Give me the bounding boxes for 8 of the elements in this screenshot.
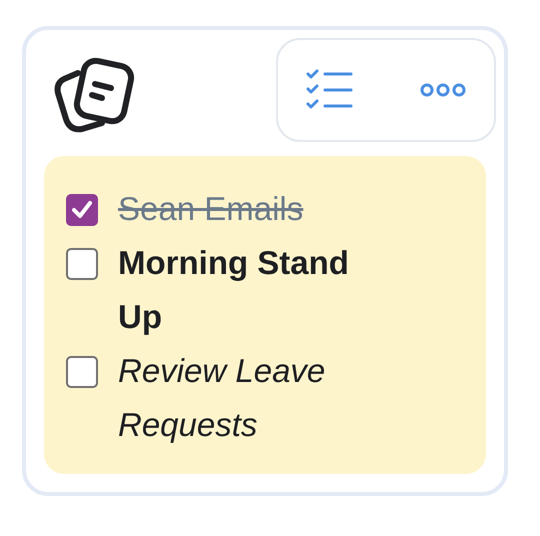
task-text: Morning Stand Up	[118, 243, 350, 337]
checkbox[interactable]	[66, 248, 98, 280]
checkbox[interactable]	[66, 194, 98, 226]
more-icon	[420, 83, 466, 97]
task-text: Review Leave Requests	[118, 351, 326, 445]
task-text: Sean Emails	[118, 189, 304, 229]
checkbox[interactable]	[66, 356, 98, 388]
checkmark-icon	[71, 200, 93, 220]
